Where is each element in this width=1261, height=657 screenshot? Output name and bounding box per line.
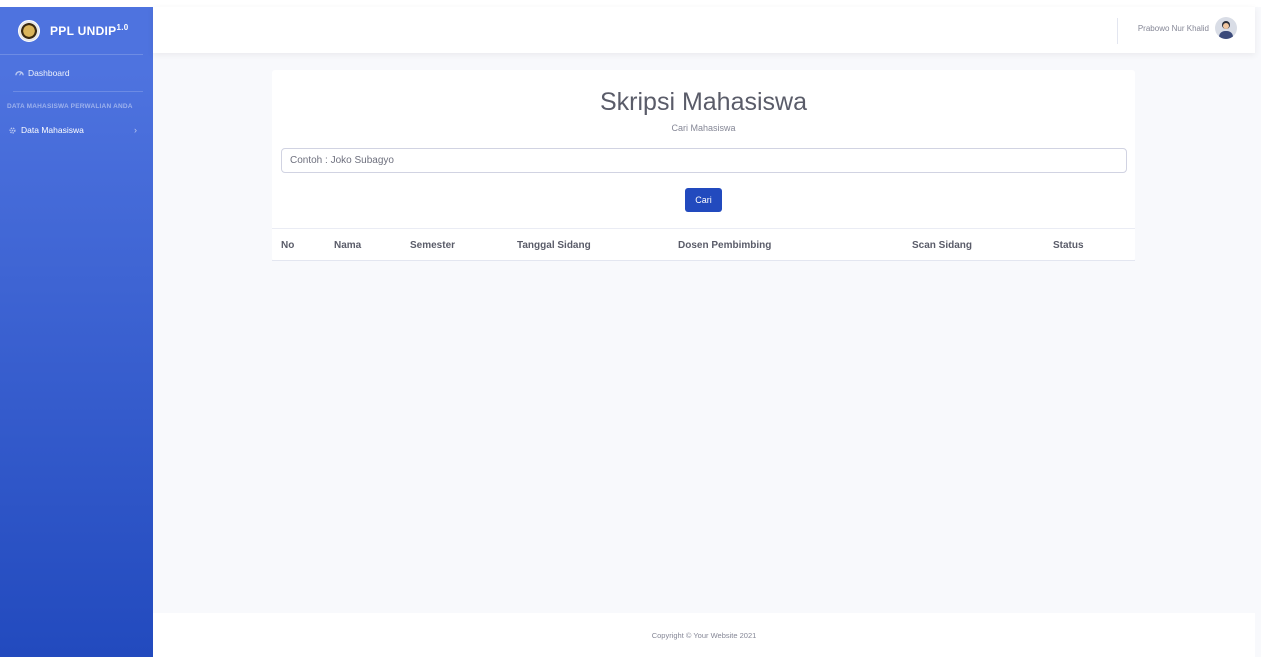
footer: Copyright © Your Website 2021 (153, 613, 1255, 657)
column-header-no[interactable]: No (281, 240, 294, 251)
sidebar-item-dashboard[interactable]: Dashboard (0, 55, 153, 91)
column-header-scan-sidang[interactable]: Scan Sidang (912, 240, 972, 251)
page-title: Skripsi Mahasiswa (599, 88, 807, 116)
user-dropdown[interactable]: Prabowo Nur Khalid (1138, 17, 1237, 39)
topbar: Prabowo Nur Khalid (153, 7, 1255, 53)
brand-version: 1.0 (116, 23, 129, 32)
skripsi-card: Skripsi Mahasiswa Cari Mahasiswa Cari No… (272, 70, 1135, 261)
column-header-tanggal-sidang[interactable]: Tanggal Sidang (517, 240, 591, 251)
cog-icon (7, 125, 17, 135)
copyright-text: Copyright © Your Website 2021 (651, 631, 757, 640)
sidebar-section-heading: DATA MAHASISWA PERWALIAN ANDA (7, 103, 133, 110)
user-avatar (1215, 17, 1237, 39)
search-input[interactable] (281, 148, 1127, 173)
sidebar-item-data-mahasiswa-label: Data Mahasiswa (21, 125, 84, 135)
column-header-nama[interactable]: Nama (334, 240, 361, 251)
topbar-divider (1117, 18, 1118, 44)
top-strip (0, 0, 1261, 7)
chevron-right-icon: › (134, 125, 137, 135)
sidebar-brand[interactable]: PPL UNDIP1.0 (0, 7, 143, 55)
search-button[interactable]: Cari (685, 188, 722, 212)
table-header: No Nama Semester Tanggal Sidang Dosen Pe… (272, 228, 1135, 261)
sidebar-item-data-mahasiswa[interactable]: Data Mahasiswa › (0, 117, 153, 143)
user-name: Prabowo Nur Khalid (1137, 23, 1209, 33)
column-header-status[interactable]: Status (1053, 240, 1084, 251)
sidebar: PPL UNDIP1.0 Dashboard DATA MAHASISWA PE… (0, 7, 153, 657)
university-logo (18, 19, 40, 42)
sidebar-item-dashboard-label: Dashboard (28, 68, 70, 78)
column-header-semester[interactable]: Semester (410, 240, 455, 251)
column-header-dosen-pembimbing[interactable]: Dosen Pembimbing (678, 240, 771, 251)
search-label: Cari Mahasiswa (671, 123, 736, 133)
brand-name: PPL UNDIP1.0 (50, 23, 129, 38)
dashboard-gauge-icon (14, 68, 24, 78)
